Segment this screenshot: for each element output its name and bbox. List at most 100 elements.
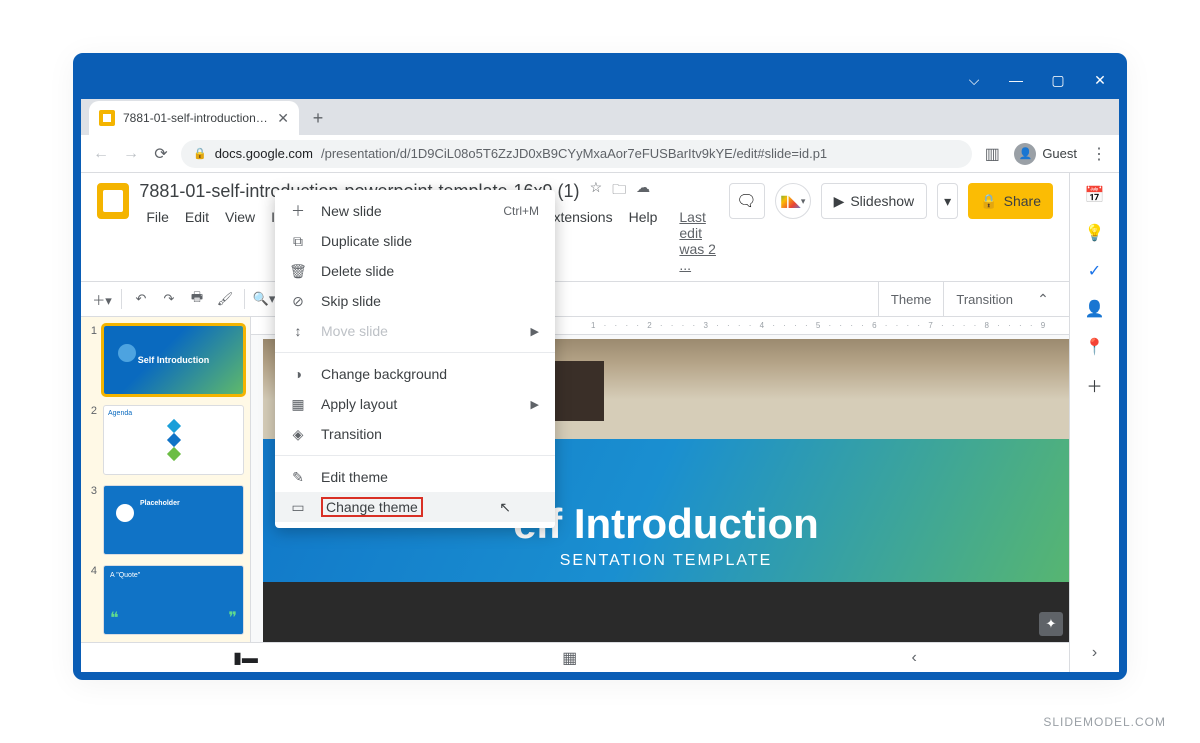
url-field[interactable]: 🔒 docs.google.com/presentation/d/1D9CiL0… xyxy=(181,140,972,168)
skip-icon: ⊘ xyxy=(289,293,307,310)
forward-button[interactable]: → xyxy=(121,145,141,163)
shortcut-label: Ctrl+M xyxy=(503,204,539,218)
app-area: 7881-01-self-introduction-powerpoint-tem… xyxy=(81,173,1119,672)
cloud-status-icon: ☁ xyxy=(636,179,650,203)
browser-tab[interactable]: 7881-01-self-introduction-powe ✕ xyxy=(89,101,299,135)
hide-panel-button[interactable]: › xyxy=(1092,644,1097,662)
address-bar: ← → ⟳ 🔒 docs.google.com/presentation/d/1… xyxy=(81,135,1119,173)
slide-thumbnail-2[interactable]: Agenda xyxy=(103,405,244,475)
reload-button[interactable]: ⟳ xyxy=(151,144,171,164)
menu-item-change-theme[interactable]: ▭ Change theme ↖ xyxy=(275,492,555,522)
menu-item-apply-layout[interactable]: ▦ Apply layout ▶ xyxy=(275,389,555,419)
tasks-icon[interactable]: ✓ xyxy=(1085,261,1105,281)
desk-graphic xyxy=(263,582,1069,642)
tab-title: 7881-01-self-introduction-powe xyxy=(123,111,269,125)
redo-button[interactable]: ↷ xyxy=(156,286,182,312)
slideshow-dropdown[interactable]: ▾ xyxy=(937,183,958,219)
toolbar: ＋▾ ↶ ↷ 🖶 🖌 🔍▾ ➤ ⊞ Theme Transition ⌃ xyxy=(81,281,1069,317)
meet-button[interactable]: ▮◣▾ xyxy=(775,183,811,219)
tab-close-button[interactable]: ✕ xyxy=(277,110,289,127)
menu-edit[interactable]: Edit xyxy=(178,207,216,275)
menu-separator xyxy=(275,352,555,353)
keep-icon[interactable]: 💡 xyxy=(1085,223,1105,243)
slides-favicon xyxy=(99,110,115,126)
move-slide-icon: ↕ xyxy=(289,323,307,339)
paint-format-button[interactable]: 🖌 xyxy=(212,286,238,312)
submenu-arrow-icon: ▶ xyxy=(531,398,539,411)
layout-icon: ▦ xyxy=(289,396,307,413)
collapse-panel-button[interactable]: ‹ xyxy=(912,649,917,667)
profile-label: Guest xyxy=(1042,146,1077,161)
zoom-button[interactable]: 🔍▾ xyxy=(251,286,277,312)
back-button[interactable]: ← xyxy=(91,145,111,163)
thumb-2-label: Agenda xyxy=(108,410,132,417)
view-mode-footer: ▮▬ ▦ ‹ xyxy=(81,642,1069,672)
menu-item-duplicate-slide[interactable]: ⧉ Duplicate slide xyxy=(275,226,555,256)
explore-button[interactable]: ✦ xyxy=(1039,612,1063,636)
menu-item-skip-slide[interactable]: ⊘ Skip slide xyxy=(275,286,555,316)
plus-icon: ＋ xyxy=(289,201,307,221)
slide-thumbnail-1[interactable]: Self Introduction xyxy=(103,325,244,395)
slideshow-button[interactable]: ▶Slideshow xyxy=(821,183,928,219)
slide-menu-dropdown: ＋ New slide Ctrl+M ⧉ Duplicate slide 🗑 D… xyxy=(275,190,555,528)
watermark: SLIDEMODEL.COM xyxy=(1043,715,1166,729)
window-close-button[interactable]: ✕ xyxy=(1089,72,1111,89)
comments-button[interactable]: 🗨 xyxy=(729,183,765,219)
browser-menu-button[interactable]: ⋮ xyxy=(1089,144,1109,164)
url-domain: docs.google.com xyxy=(215,146,313,161)
thumbnail-panel: 1 Self Introduction 2 Agenda 3 Placehold… xyxy=(81,317,251,642)
window-maximize-button[interactable]: ▢ xyxy=(1047,72,1069,89)
slide-thumbnail-4[interactable]: A "Quote"❝❞ xyxy=(103,565,244,635)
maps-icon[interactable]: 📍 xyxy=(1085,337,1105,357)
thumb-1-title: Self Introduction xyxy=(138,355,210,365)
url-path: /presentation/d/1D9CiL08o5T6ZzJD0xB9CYyM… xyxy=(321,146,827,161)
thumb-3-label: Placeholder xyxy=(140,500,180,507)
avatar-icon: 👤 xyxy=(1014,143,1036,165)
menu-view[interactable]: View xyxy=(218,207,262,275)
share-button[interactable]: 🔒Share xyxy=(968,183,1053,219)
transition-button[interactable]: Transition xyxy=(943,281,1025,317)
menu-separator xyxy=(275,455,555,456)
side-panel: 📅 💡 ✓ 👤 📍 ＋ › xyxy=(1069,173,1119,672)
window-dropdown-icon[interactable]: ⌵ xyxy=(963,72,985,89)
filmstrip-view-button[interactable]: ▮▬ xyxy=(233,648,258,668)
window-titlebar: ⌵ — ▢ ✕ xyxy=(81,61,1119,99)
menu-item-change-background[interactable]: ◑ Change background xyxy=(275,359,555,389)
calendar-icon[interactable]: 📅 xyxy=(1085,185,1105,205)
add-addon-button[interactable]: ＋ xyxy=(1085,375,1105,395)
tab-strip: 7881-01-self-introduction-powe ✕ + xyxy=(81,99,1119,135)
menu-item-move-slide: ↕ Move slide ▶ xyxy=(275,316,555,346)
panel-icon[interactable]: ▥ xyxy=(982,144,1002,164)
contacts-icon[interactable]: 👤 xyxy=(1085,299,1105,319)
new-tab-button[interactable]: + xyxy=(305,105,331,131)
menu-item-edit-theme[interactable]: ✎ Edit theme xyxy=(275,462,555,492)
move-icon[interactable]: 🗀 xyxy=(612,179,626,203)
thumb-4-label: A "Quote" xyxy=(110,572,140,579)
menu-item-transition[interactable]: ◈ Transition xyxy=(275,419,555,449)
cursor-icon: ↖ xyxy=(499,499,511,516)
main-column: 7881-01-self-introduction-powerpoint-tem… xyxy=(81,173,1069,672)
thumb-number: 2 xyxy=(87,405,97,475)
window-minimize-button[interactable]: — xyxy=(1005,72,1027,88)
profile-chip[interactable]: 👤 Guest xyxy=(1014,143,1077,165)
new-slide-button[interactable]: ＋▾ xyxy=(89,286,115,312)
theme-button[interactable]: Theme xyxy=(878,281,943,317)
slide-thumbnail-3[interactable]: Placeholder xyxy=(103,485,244,555)
menu-file[interactable]: File xyxy=(139,207,176,275)
menu-item-new-slide[interactable]: ＋ New slide Ctrl+M xyxy=(275,196,555,226)
transition-icon: ◈ xyxy=(289,426,307,443)
collapse-toolbar-button[interactable]: ⌃ xyxy=(1025,291,1061,308)
print-button[interactable]: 🖶 xyxy=(184,286,210,312)
play-icon: ▶ xyxy=(834,193,845,210)
grid-view-button[interactable]: ▦ xyxy=(562,648,577,668)
last-edit-link[interactable]: Last edit was 2 ... xyxy=(672,207,728,275)
menu-help[interactable]: Help xyxy=(622,207,665,275)
menu-item-delete-slide[interactable]: 🗑 Delete slide xyxy=(275,256,555,286)
star-icon[interactable]: ☆ xyxy=(590,179,603,203)
edit-theme-icon: ✎ xyxy=(289,469,307,486)
editor-area: 1 Self Introduction 2 Agenda 3 Placehold… xyxy=(81,317,1069,642)
doc-header: 7881-01-self-introduction-powerpoint-tem… xyxy=(81,173,1069,275)
theme-icon: ▭ xyxy=(289,499,307,516)
slides-logo-icon[interactable] xyxy=(97,183,129,219)
undo-button[interactable]: ↶ xyxy=(128,286,154,312)
